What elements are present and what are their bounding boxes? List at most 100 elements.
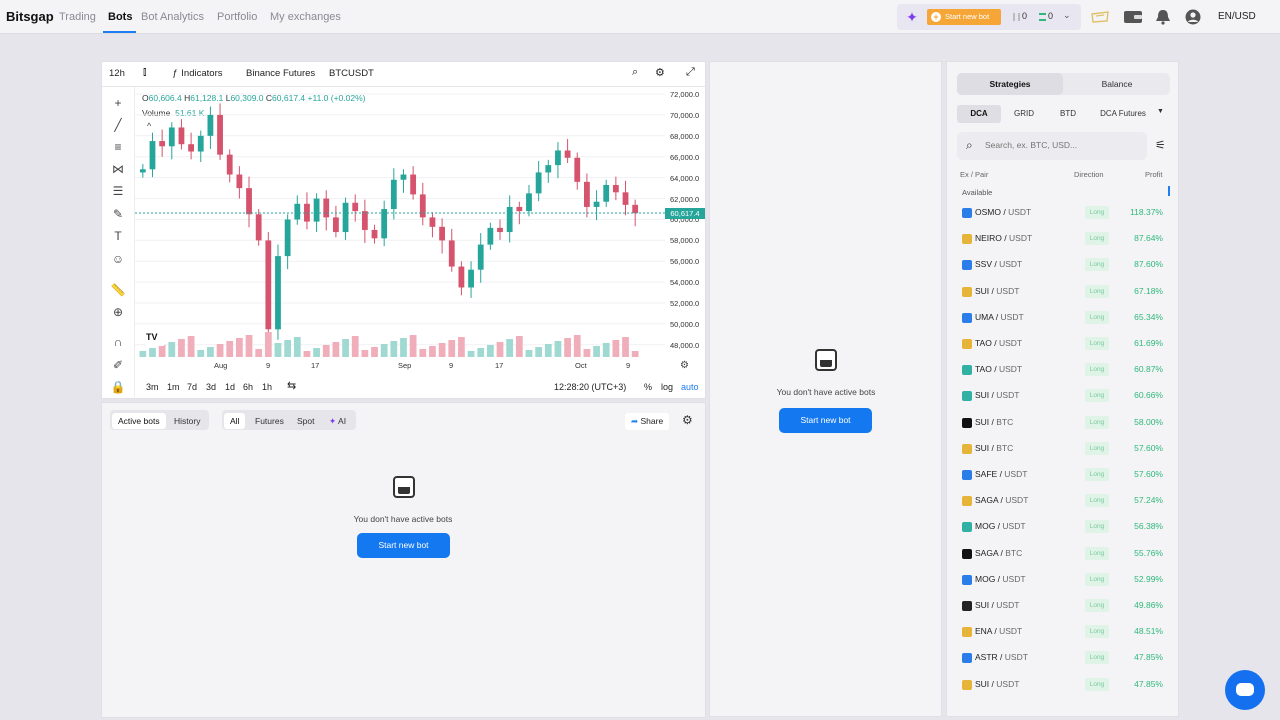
timeframe-3d[interactable]: 3d xyxy=(206,382,216,392)
nav-my-exchanges[interactable]: My exchanges xyxy=(270,11,341,23)
column-profit[interactable]: Profit xyxy=(1145,170,1163,179)
candle-body xyxy=(178,127,185,145)
support-chat-button[interactable] xyxy=(1225,670,1265,710)
strategy-row[interactable]: SAFE / USDT Long 57.60% xyxy=(947,461,1178,487)
text-tool-icon[interactable]: T xyxy=(110,228,126,244)
subtab-dca-futures[interactable]: DCA Futures xyxy=(1093,105,1153,123)
fullscreen-icon[interactable]: ⤢ xyxy=(686,66,695,79)
column-pair[interactable]: Ex / Pair xyxy=(960,170,988,179)
symbol-label[interactable]: BTCUSDT xyxy=(329,68,374,79)
nav-bots[interactable]: Bots xyxy=(108,11,132,23)
strategy-row[interactable]: UMA / USDT Long 65.34% xyxy=(947,304,1178,330)
list-scrollbar[interactable] xyxy=(1168,186,1170,196)
language-currency-selector[interactable]: EN/USD xyxy=(1218,11,1256,22)
pattern-icon[interactable]: ⋈ xyxy=(110,161,126,177)
timeframe-1d[interactable]: 1d xyxy=(225,382,235,392)
strategy-row[interactable]: SAGA / USDT Long 57.24% xyxy=(947,487,1178,513)
logo[interactable]: Bitsgap xyxy=(6,9,54,24)
strategy-row[interactable]: MOG / USDT Long 52.99% xyxy=(947,566,1178,592)
ai-sparkle-icon[interactable]: ✦ xyxy=(904,9,920,25)
filter-all[interactable]: All xyxy=(224,413,246,429)
lock-icon[interactable]: 🔒 xyxy=(110,379,126,395)
strategy-row[interactable]: SUI / BTC Long 57.60% xyxy=(947,435,1178,461)
strategy-row[interactable]: TAO / USDT Long 61.69% xyxy=(947,330,1178,356)
user-avatar-icon[interactable] xyxy=(1183,9,1203,25)
strategy-row[interactable]: OSMO / USDT Long 118.37% xyxy=(947,199,1178,225)
nav-bot-analytics[interactable]: Bot Analytics xyxy=(141,11,204,23)
timeframe-3m[interactable]: 3m xyxy=(146,382,159,392)
strategy-row[interactable]: ENA / USDT Long 48.51% xyxy=(947,618,1178,644)
tab-balance[interactable]: Balance xyxy=(1064,73,1170,95)
emoji-icon[interactable]: ☺ xyxy=(110,251,126,267)
filter-ai[interactable]: ✦ AI xyxy=(323,413,352,430)
timeframe-7d[interactable]: 7d xyxy=(187,382,197,392)
subtab-grid[interactable]: GRID xyxy=(1003,105,1045,123)
brush-icon[interactable]: ✎ xyxy=(110,206,126,222)
more-dropdown-icon[interactable]: ▼ xyxy=(1157,108,1164,115)
zoom-search-icon[interactable]: ⌕ xyxy=(632,66,638,79)
tab-active-bots[interactable]: Active bots xyxy=(112,413,166,429)
zoom-in-icon[interactable]: ⊕ xyxy=(110,304,126,320)
auto-scale-toggle[interactable]: auto xyxy=(681,382,699,392)
axis-settings-icon[interactable]: ⚙ xyxy=(680,360,689,371)
tab-strategies[interactable]: Strategies xyxy=(957,73,1063,95)
trend-line-icon[interactable]: ╱ xyxy=(110,117,126,133)
clock-readout[interactable]: 12:28:20 (UTC+3) xyxy=(554,382,626,392)
strategy-row[interactable]: SUI / BTC Long 58.00% xyxy=(947,409,1178,435)
strategy-row[interactable]: SAGA / BTC Long 55.76% xyxy=(947,540,1178,566)
bots-settings-icon[interactable]: ⚙ xyxy=(682,413,693,427)
signal-count[interactable]: 0 xyxy=(1013,11,1027,21)
wallet-icon[interactable] xyxy=(1123,9,1143,25)
filter-sliders-icon[interactable]: ⚟ xyxy=(1155,138,1166,152)
percent-scale-toggle[interactable]: % xyxy=(644,382,652,392)
strategy-row[interactable]: ASTR / USDT Long 47.85% xyxy=(947,644,1178,670)
strategy-row[interactable]: NEIRO / USDT Long 87.64% xyxy=(947,225,1178,251)
lock-drawing-icon[interactable]: ✐ xyxy=(110,357,126,373)
column-direction[interactable]: Direction xyxy=(1074,170,1104,179)
timeframe-1h[interactable]: 1h xyxy=(262,382,272,392)
crosshair-icon[interactable]: + xyxy=(110,95,126,111)
strategy-row[interactable]: TAO / USDT Long 60.87% xyxy=(947,356,1178,382)
volume-bar xyxy=(400,338,407,357)
candlestick-chart[interactable] xyxy=(135,87,665,359)
chevron-down-icon[interactable]: ⌄ xyxy=(1063,10,1071,21)
date-range-icon[interactable]: ⇆ xyxy=(287,379,296,392)
tab-history[interactable]: History xyxy=(168,413,206,429)
strategy-row[interactable]: SUI / USDT Long 47.85% xyxy=(947,671,1178,697)
parallel-lines-icon[interactable]: ≡ xyxy=(110,139,126,155)
indicators-button[interactable]: ƒ Indicators xyxy=(172,68,222,79)
candle-type-icon[interactable]: ⫾ xyxy=(143,66,147,79)
strategy-row[interactable]: SUI / USDT Long 67.18% xyxy=(947,278,1178,304)
interval-selector[interactable]: 12h xyxy=(109,68,125,79)
subtab-dca[interactable]: DCA xyxy=(957,105,1001,123)
bots-count[interactable]: 0 xyxy=(1039,11,1053,21)
timeframe-1m[interactable]: 1m xyxy=(167,382,180,392)
filter-spot[interactable]: Spot xyxy=(291,413,321,429)
start-new-bot-top-button[interactable]: + Start new bot xyxy=(927,9,1001,25)
price-tick-label: 48,000.0 xyxy=(670,340,700,350)
search-input[interactable] xyxy=(985,140,1140,150)
volume-bar xyxy=(207,347,214,357)
subtab-btd[interactable]: BTD xyxy=(1047,105,1089,123)
fib-icon[interactable]: ☰ xyxy=(110,183,126,199)
bell-icon[interactable] xyxy=(1153,9,1173,25)
start-new-bot-button[interactable]: Start new bot xyxy=(357,533,450,558)
nav-portfolio[interactable]: Portfolio xyxy=(217,11,257,23)
exchange-label[interactable]: Binance Futures xyxy=(246,68,315,79)
volume-bar xyxy=(419,349,427,357)
pair-label: SUI / USDT xyxy=(975,600,1020,610)
log-scale-toggle[interactable]: log xyxy=(661,382,673,392)
share-button[interactable]: ➦ Share xyxy=(625,413,670,430)
filter-futures[interactable]: Futures xyxy=(249,413,290,429)
start-new-bot-button[interactable]: Start new bot xyxy=(779,408,872,433)
strategy-row[interactable]: SSV / USDT Long 87.60% xyxy=(947,251,1178,277)
strategy-row[interactable]: SUI / USDT Long 49.86% xyxy=(947,592,1178,618)
strategy-row[interactable]: MOG / USDT Long 56.38% xyxy=(947,513,1178,539)
strategy-row[interactable]: SUI / USDT Long 60.66% xyxy=(947,382,1178,408)
settings-gear-icon[interactable]: ⚙ xyxy=(655,66,665,79)
gift-icon[interactable] xyxy=(1090,9,1110,25)
magnet-icon[interactable]: ∩ xyxy=(110,334,126,350)
ruler-icon[interactable]: 📏 xyxy=(110,282,126,298)
nav-trading[interactable]: Trading xyxy=(59,11,96,23)
timeframe-6h[interactable]: 6h xyxy=(243,382,253,392)
